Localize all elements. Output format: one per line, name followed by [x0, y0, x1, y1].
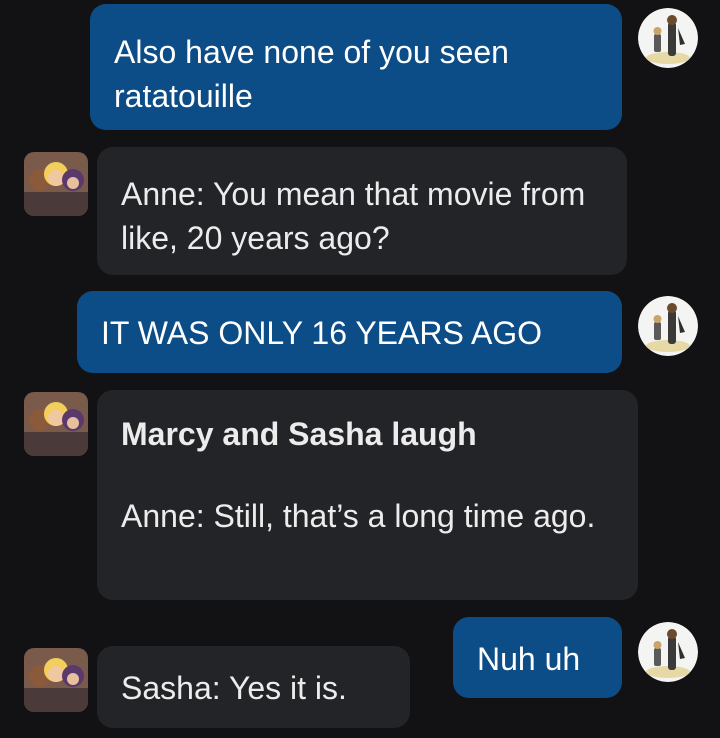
- message-text: IT WAS ONLY 16 YEARS AGO: [101, 315, 543, 351]
- user-avatar-icon[interactable]: [638, 296, 698, 356]
- message-bubble-incoming[interactable]: Marcy and Sasha laugh Anne: Still, that’…: [97, 390, 638, 600]
- user-avatar-icon[interactable]: [638, 8, 698, 68]
- message-bubble-incoming[interactable]: Anne: You mean that movie from like, 20 …: [97, 147, 627, 275]
- message-text: Anne: You mean that movie from like, 20 …: [121, 176, 586, 256]
- message-bubble-incoming[interactable]: Sasha: Yes it is.: [97, 646, 410, 728]
- group-avatar-icon[interactable]: [24, 152, 88, 216]
- message-bubble-outgoing[interactable]: Nuh uh: [453, 617, 622, 698]
- action-text: Marcy and Sasha laugh: [121, 416, 477, 452]
- chat-thread: Also have none of you seen ratatouille A…: [0, 0, 720, 738]
- message-bubble-outgoing[interactable]: Also have none of you seen ratatouille: [90, 4, 622, 130]
- group-avatar-icon[interactable]: [24, 648, 88, 712]
- message-bubble-outgoing[interactable]: IT WAS ONLY 16 YEARS AGO: [77, 291, 622, 373]
- message-text: Nuh uh: [477, 641, 581, 677]
- user-avatar-icon[interactable]: [638, 622, 698, 682]
- message-text: Anne: Still, that’s a long time ago.: [121, 498, 596, 534]
- message-text: Also have none of you seen ratatouille: [114, 34, 509, 114]
- message-text: Sasha: Yes it is.: [121, 670, 347, 706]
- group-avatar-icon[interactable]: [24, 392, 88, 456]
